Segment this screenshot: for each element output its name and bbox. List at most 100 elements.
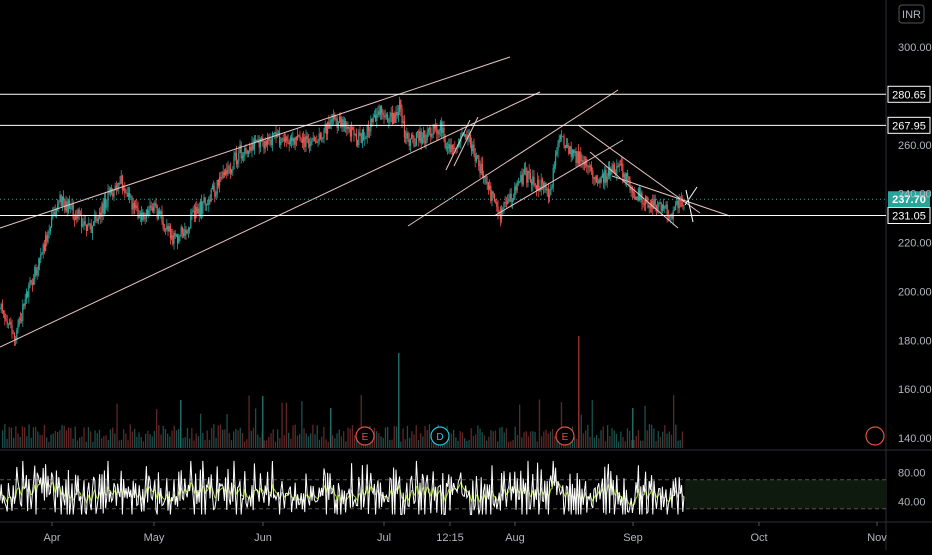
- candle-body: [513, 198, 515, 201]
- chart-svg[interactable]: 280.65267.95231.05237.70300.00260.00240.…: [0, 0, 932, 550]
- volume-bar: [164, 429, 167, 448]
- candle-body: [539, 190, 541, 191]
- volume-bar: [41, 435, 43, 448]
- candle-body: [371, 118, 373, 122]
- candle-body: [191, 211, 193, 215]
- candle-body: [424, 130, 426, 144]
- candle-body: [9, 322, 11, 324]
- volume-bar: [547, 433, 549, 448]
- chart-area[interactable]: 280.65 267.95 231.05 237.70 300.00 260.00 240.…: [0, 0, 932, 550]
- volume-bar: [112, 427, 114, 448]
- candle-body: [648, 205, 650, 208]
- volume-bar: [549, 431, 552, 448]
- candle-body: [522, 173, 524, 185]
- candle-body: [175, 234, 177, 237]
- candle-body: [72, 204, 74, 219]
- candle-body: [529, 172, 531, 182]
- dividend-marker[interactable]: D: [430, 426, 450, 446]
- candle-body: [18, 318, 20, 326]
- candle-body: [357, 140, 359, 146]
- earnings-marker[interactable]: E: [355, 426, 375, 446]
- candle-body: [499, 213, 501, 220]
- candle-body: [165, 229, 167, 230]
- volume-bar: [380, 436, 382, 448]
- candle-body: [365, 137, 367, 139]
- candle-body: [415, 132, 417, 146]
- candle-body: [82, 224, 84, 227]
- volume-bar: [68, 427, 70, 448]
- candle-body: [137, 208, 139, 219]
- volume-bar: [191, 428, 193, 448]
- candle-body: [59, 194, 61, 202]
- earnings-marker[interactable]: [865, 426, 885, 446]
- volume-bar: [305, 433, 307, 448]
- candle-body: [280, 142, 282, 146]
- candle-body: [537, 179, 539, 191]
- volume-bar: [325, 439, 327, 448]
- volume-bar: [332, 435, 334, 448]
- volume-bar: [96, 433, 98, 448]
- candle-body: [123, 187, 125, 190]
- candle-body: [413, 137, 415, 147]
- candle-body: [430, 127, 432, 137]
- volume-bar: [215, 437, 217, 448]
- candle-body: [241, 155, 243, 159]
- volume-bar: [241, 433, 244, 448]
- volume-bar: [107, 439, 109, 448]
- candle-body: [103, 198, 105, 214]
- candle-body: [93, 222, 95, 227]
- candle-body: [559, 135, 561, 140]
- candle-body: [318, 133, 320, 141]
- candle-body: [417, 131, 419, 133]
- time-axis-tick-label: Oct: [750, 532, 767, 544]
- candle-body: [286, 136, 288, 142]
- candle-body: [136, 205, 138, 209]
- candle-body: [667, 216, 669, 218]
- candle-body: [13, 333, 15, 339]
- candle-body: [183, 232, 185, 236]
- candle-body: [261, 137, 263, 139]
- candle-body: [657, 207, 659, 210]
- candle-body: [642, 203, 644, 205]
- volume-bar: [510, 441, 512, 448]
- candle-body: [603, 173, 605, 183]
- candle-body: [84, 221, 86, 225]
- candle-body: [550, 188, 552, 195]
- candle-body: [412, 134, 414, 138]
- candle-body: [510, 193, 512, 202]
- candle-body: [348, 126, 350, 129]
- candle-body: [503, 201, 505, 209]
- candle-body: [515, 186, 517, 191]
- candle-body: [304, 137, 306, 147]
- candle-body: [399, 100, 401, 113]
- candle-body: [19, 318, 21, 320]
- volume-bar: [204, 439, 206, 448]
- candle-body: [225, 170, 227, 176]
- candle-body: [10, 322, 12, 325]
- candle-body: [174, 233, 176, 237]
- candle-body: [21, 319, 23, 321]
- candle-body: [597, 182, 599, 184]
- volume-bar: [226, 414, 228, 448]
- candle-body: [149, 205, 151, 211]
- candle-body: [551, 187, 553, 189]
- candle-body: [88, 223, 90, 225]
- candle-body: [58, 201, 60, 206]
- volume-bar: [662, 431, 664, 448]
- currency-badge[interactable]: INR: [898, 4, 925, 24]
- candle-body: [180, 226, 182, 236]
- candle-body: [509, 193, 511, 200]
- candle-body: [525, 168, 527, 170]
- earnings-marker[interactable]: E: [555, 426, 575, 446]
- volume-bar: [76, 440, 79, 448]
- candle-body: [390, 112, 392, 117]
- volume-bar: [585, 430, 587, 448]
- volume-bar: [15, 426, 17, 448]
- candle-body: [5, 318, 7, 322]
- candle-body: [605, 170, 607, 183]
- volume-bar: [340, 436, 343, 448]
- time-axis-tick-label: May: [144, 532, 165, 544]
- candle-body: [579, 152, 581, 164]
- volume-bar: [87, 427, 90, 448]
- candle-body: [189, 228, 191, 230]
